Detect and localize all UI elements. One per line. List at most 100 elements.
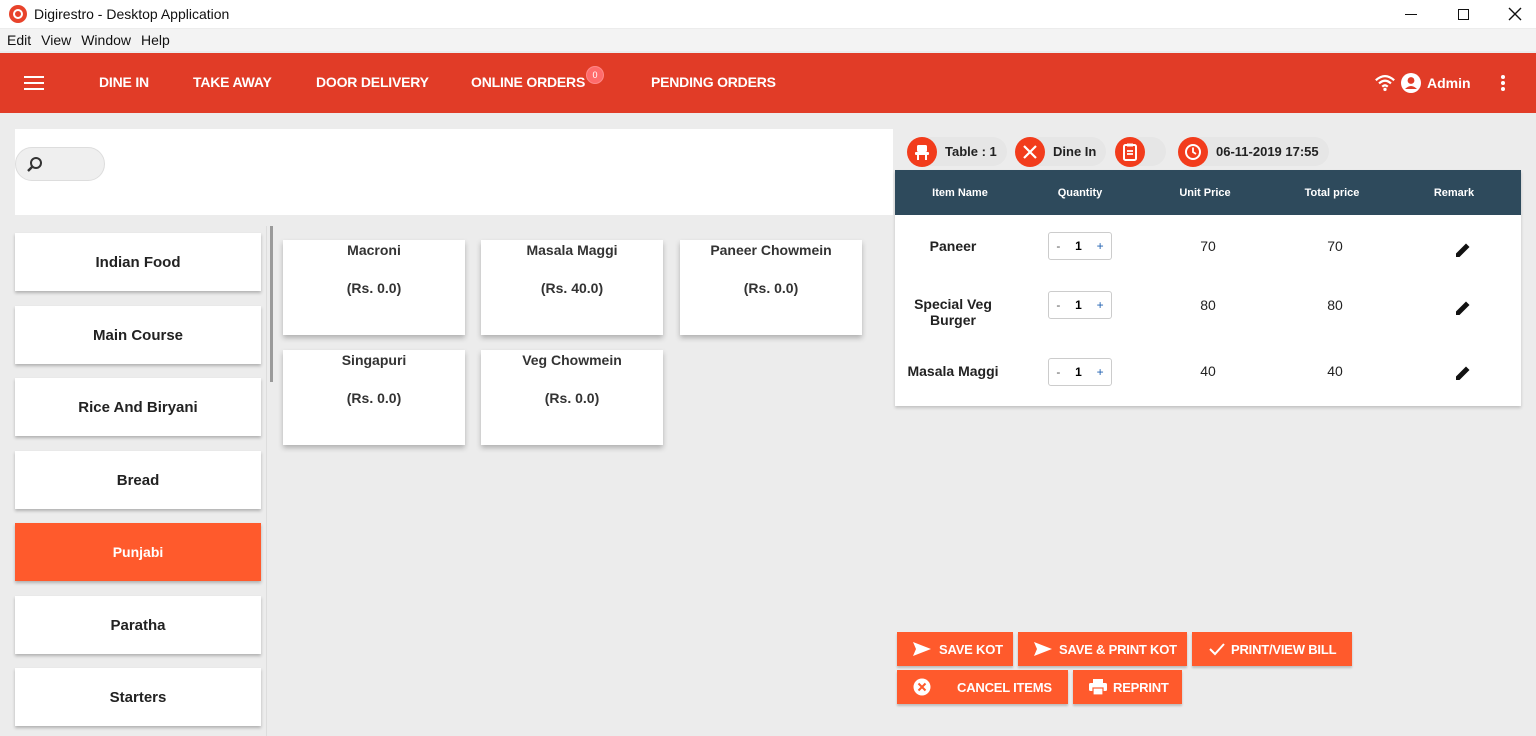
edit-icon[interactable] — [1453, 363, 1473, 383]
user-name[interactable]: Admin — [1427, 75, 1471, 91]
table-row: Paneer - 1 + 70 70 — [895, 215, 1521, 273]
send-icon — [1033, 641, 1053, 657]
order-table: Item Name Quantity Unit Price Total pric… — [895, 170, 1521, 406]
product-name: Singapuri — [341, 352, 407, 368]
mode-label: Dine In — [1053, 144, 1097, 159]
tab-door-delivery[interactable]: DOOR DELIVERY — [316, 74, 429, 90]
user-avatar-icon[interactable] — [1401, 73, 1421, 93]
tab-online-orders[interactable]: ONLINE ORDERS — [471, 74, 585, 90]
close-button[interactable] — [1492, 0, 1536, 28]
category-item[interactable]: Indian Food — [15, 233, 261, 291]
online-orders-badge: 0 — [586, 66, 604, 84]
clock-icon — [1178, 136, 1208, 167]
total-price: 80 — [1327, 297, 1343, 313]
printer-icon — [1088, 678, 1108, 696]
quantity-stepper[interactable]: - 1 + — [1048, 232, 1112, 260]
category-item-active[interactable]: Punjabi — [15, 523, 261, 581]
search-panel — [15, 129, 893, 215]
title-bar: Digirestro - Desktop Application — [0, 0, 1536, 28]
menu-view[interactable]: View — [41, 32, 71, 48]
unit-price: 40 — [1200, 363, 1216, 379]
minimize-button[interactable] — [1388, 0, 1434, 28]
item-name: Paneer — [929, 238, 977, 254]
item-name: Special Veg Burger — [914, 296, 992, 328]
divider — [266, 226, 267, 736]
menu-help[interactable]: Help — [141, 32, 170, 48]
product-card[interactable]: Paneer Chowmein (Rs. 0.0) — [680, 240, 862, 335]
save-kot-button[interactable]: SAVE KOT — [897, 632, 1013, 666]
edit-icon[interactable] — [1453, 240, 1473, 260]
product-name: Veg Chowmein — [522, 352, 622, 368]
table-row: Special Veg Burger - 1 + 80 80 — [895, 278, 1521, 346]
category-item[interactable]: Starters — [15, 668, 261, 726]
top-nav: DINE IN TAKE AWAY DOOR DELIVERY ONLINE O… — [0, 53, 1536, 113]
datetime-chip: 06-11-2019 17:55 — [1178, 136, 1329, 167]
decrease-button[interactable]: - — [1056, 239, 1060, 253]
edit-icon[interactable] — [1453, 298, 1473, 318]
header-item-name: Item Name — [932, 186, 988, 199]
reprint-button[interactable]: REPRINT — [1073, 670, 1182, 704]
quantity-stepper[interactable]: - 1 + — [1048, 358, 1112, 386]
decrease-button[interactable]: - — [1056, 365, 1060, 379]
product-card[interactable]: Veg Chowmein (Rs. 0.0) — [481, 350, 663, 445]
notes-chip[interactable] — [1115, 136, 1166, 167]
chair-icon — [907, 136, 937, 167]
user-area: Admin — [1374, 72, 1506, 94]
product-price: (Rs. 0.0) — [346, 280, 402, 296]
cancel-items-button[interactable]: CANCEL ITEMS — [897, 670, 1068, 704]
header-unit-price: Unit Price — [1179, 186, 1231, 199]
save-kot-label: SAVE KOT — [939, 641, 1003, 657]
unit-price: 80 — [1200, 297, 1216, 313]
clipboard-icon — [1115, 136, 1145, 167]
increase-button[interactable]: + — [1097, 239, 1104, 253]
quantity-value: 1 — [1075, 239, 1082, 253]
print-view-bill-button[interactable]: PRINT/VIEW BILL — [1192, 632, 1352, 666]
product-name: Masala Maggi — [526, 242, 618, 258]
category-item[interactable]: Bread — [15, 451, 261, 509]
menu-window[interactable]: Window — [81, 32, 131, 48]
table-row: Masala Maggi - 1 + 40 40 — [895, 346, 1521, 400]
category-scrollbar[interactable] — [270, 226, 273, 382]
save-print-kot-button[interactable]: SAVE & PRINT KOT — [1018, 632, 1187, 666]
mode-chip[interactable]: Dine In — [1015, 136, 1107, 167]
category-item[interactable]: Main Course — [15, 306, 261, 364]
close-icon — [1508, 7, 1522, 21]
product-name: Macroni — [347, 242, 401, 258]
category-item[interactable]: Paratha — [15, 596, 261, 654]
header-total-price: Total price — [1304, 186, 1360, 199]
order-table-header: Item Name Quantity Unit Price Total pric… — [895, 170, 1521, 215]
tab-pending-orders[interactable]: PENDING ORDERS — [651, 74, 776, 90]
product-card[interactable]: Macroni (Rs. 0.0) — [283, 240, 465, 335]
item-name: Masala Maggi — [907, 363, 999, 379]
increase-button[interactable]: + — [1097, 365, 1104, 379]
more-vert-icon[interactable] — [1500, 74, 1506, 92]
hamburger-menu-icon[interactable] — [24, 76, 44, 90]
unit-price: 70 — [1200, 238, 1216, 254]
increase-button[interactable]: + — [1097, 298, 1104, 312]
product-price: (Rs. 40.0) — [540, 280, 604, 296]
total-price: 40 — [1327, 363, 1343, 379]
window-title: Digirestro - Desktop Application — [34, 6, 230, 22]
product-card[interactable]: Masala Maggi (Rs. 40.0) — [481, 240, 663, 335]
quantity-value: 1 — [1075, 365, 1082, 379]
search-input[interactable] — [15, 147, 105, 181]
menu-edit[interactable]: Edit — [7, 32, 31, 48]
category-item[interactable]: Rice And Biryani — [15, 378, 261, 436]
print-view-bill-label: PRINT/VIEW BILL — [1231, 641, 1337, 657]
table-chip[interactable]: Table : 1 — [907, 136, 1007, 167]
reprint-label: REPRINT — [1113, 679, 1169, 695]
maximize-button[interactable] — [1440, 0, 1486, 28]
tab-dine-in[interactable]: DINE IN — [99, 74, 149, 90]
cutlery-icon — [1015, 136, 1045, 167]
header-remark: Remark — [1433, 186, 1475, 199]
cancel-items-label: CANCEL ITEMS — [957, 679, 1052, 695]
cancel-icon — [913, 678, 931, 696]
quantity-stepper[interactable]: - 1 + — [1048, 291, 1112, 319]
decrease-button[interactable]: - — [1056, 298, 1060, 312]
product-card[interactable]: Singapuri (Rs. 0.0) — [283, 350, 465, 445]
tab-take-away[interactable]: TAKE AWAY — [193, 74, 272, 90]
product-price: (Rs. 0.0) — [544, 390, 600, 406]
check-icon — [1209, 642, 1225, 656]
product-price: (Rs. 0.0) — [743, 280, 799, 296]
app-logo-icon — [9, 5, 27, 23]
